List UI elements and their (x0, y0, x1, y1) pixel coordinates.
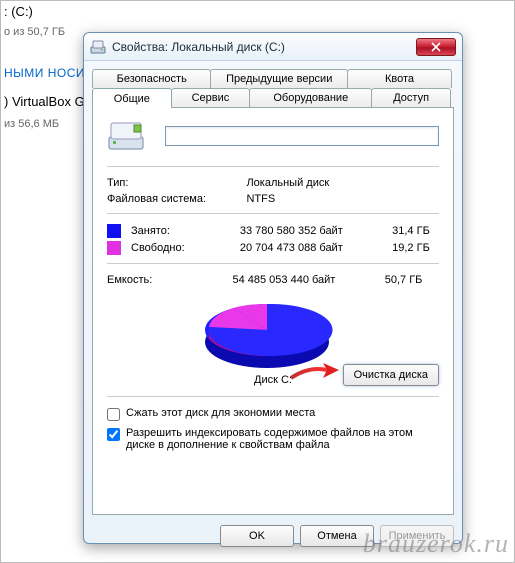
type-value: Локальный диск (246, 177, 439, 189)
index-checkbox[interactable] (107, 428, 120, 441)
tabs-row-2: Общие Сервис Оборудование Доступ (92, 88, 454, 107)
dialog-client: Безопасность Предыдущие версии Квота Общ… (92, 69, 454, 533)
divider-1 (107, 166, 439, 167)
tab-general[interactable]: Общие (92, 88, 172, 108)
properties-dialog: Свойства: Локальный диск (C:) Безопаснос… (83, 32, 463, 544)
capacity-label: Емкость: (107, 274, 217, 286)
used-swatch (107, 224, 121, 238)
compress-checkbox-row[interactable]: Сжать этот диск для экономии места (107, 407, 439, 421)
capacity-gb: 50,7 ГБ (349, 274, 422, 286)
type-label: Тип: (107, 177, 246, 189)
divider-4 (107, 396, 439, 397)
divider-2 (107, 213, 439, 214)
compress-checkbox[interactable] (107, 408, 120, 421)
ok-button[interactable]: OK (220, 525, 294, 547)
capacity-bytes: 54 485 053 440 байт (217, 274, 350, 286)
free-gb: 19,2 ГБ (357, 242, 430, 254)
drive-icon (90, 39, 106, 55)
usage-pie-chart (187, 292, 347, 376)
volume-label-input[interactable] (165, 126, 439, 146)
index-checkbox-row[interactable]: Разрешить индексировать содержимое файло… (107, 427, 439, 451)
titlebar[interactable]: Свойства: Локальный диск (C:) (84, 33, 462, 61)
tab-hardware[interactable]: Оборудование (249, 88, 372, 107)
bg-drive-name: : (C:) (0, 2, 37, 21)
tab-quota[interactable]: Квота (347, 69, 452, 88)
close-button[interactable] (416, 38, 456, 56)
tab-sharing[interactable]: Доступ (371, 88, 451, 107)
used-gb: 31,4 ГБ (357, 225, 430, 237)
free-bytes: 20 704 473 088 байт (224, 242, 357, 254)
compress-label: Сжать этот диск для экономии места (126, 407, 315, 419)
used-label: Занято: (131, 225, 224, 237)
dialog-title: Свойства: Локальный диск (C:) (112, 40, 416, 54)
tabs-row-1: Безопасность Предыдущие версии Квота (92, 69, 454, 88)
tab-security[interactable]: Безопасность (92, 69, 211, 88)
tab-tools[interactable]: Сервис (171, 88, 251, 107)
free-swatch (107, 241, 121, 255)
free-label: Свободно: (131, 242, 224, 254)
bg-vbox-size: из 56,6 МБ (0, 118, 63, 130)
filesystem-label: Файловая система: (107, 193, 246, 205)
filesystem-value: NTFS (246, 193, 439, 205)
disk-name-label: Диск C: (107, 374, 439, 386)
index-label: Разрешить индексировать содержимое файло… (126, 427, 439, 451)
watermark: brauzerok.ru (363, 529, 509, 559)
tab-panel-general: Тип: Локальный диск Файловая система: NT… (92, 107, 454, 515)
divider-3 (107, 263, 439, 264)
large-drive-icon (107, 120, 147, 152)
tab-previous-versions[interactable]: Предыдущие версии (210, 69, 348, 88)
bg-drive-size: о из 50,7 ГБ (0, 26, 69, 38)
used-bytes: 33 780 580 352 байт (224, 225, 357, 237)
bg-vbox-drive: ) VirtualBox Gu (0, 94, 96, 109)
